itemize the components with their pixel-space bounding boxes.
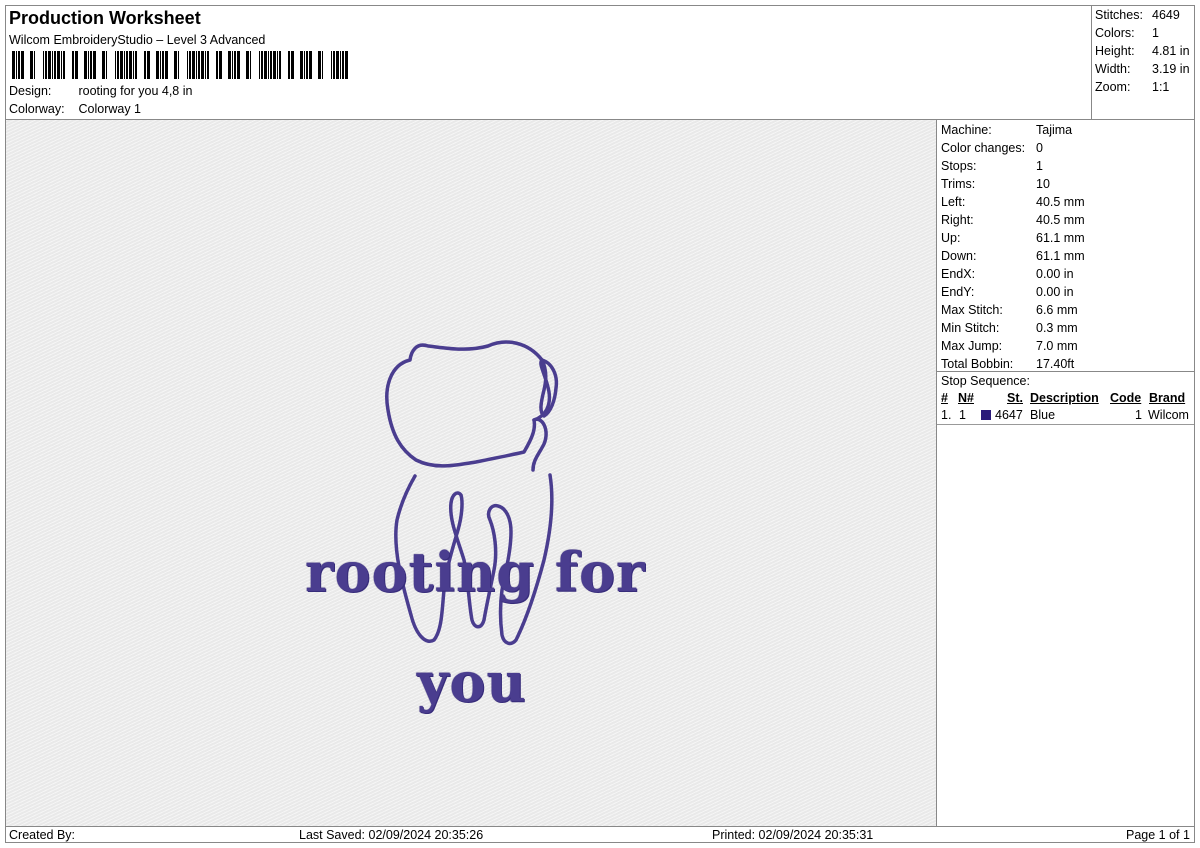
spec-row: Left: 40.5 mm (941, 193, 1194, 211)
row-num: 1. (941, 408, 952, 422)
spec-row: Machine: Tajima (941, 121, 1194, 139)
spec-label: Down: (941, 249, 977, 263)
spec-label: Color changes: (941, 141, 1026, 155)
worksheet-frame: Production Worksheet Wilcom EmbroiderySt… (5, 5, 1195, 843)
created-by: Created By: (9, 828, 76, 842)
spec-row: Stops: 1 (941, 157, 1194, 175)
spec-value: 10 (1036, 177, 1050, 191)
printed-date: Printed: 02/09/2024 20:35:31 (712, 828, 874, 842)
spec-value: 61.1 mm (1036, 231, 1085, 245)
spec-value: 0.00 in (1036, 285, 1074, 299)
design-text-line2: you (417, 650, 527, 714)
spec-label: Max Jump: (941, 339, 1003, 353)
stop-sequence: Stop Sequence: # N# St. Description Code… (937, 371, 1194, 425)
spec-row: Min Stitch: 0.3 mm (941, 319, 1194, 337)
colorway-label: Colorway: (9, 102, 65, 116)
spec-value: 7.0 mm (1036, 339, 1078, 353)
spec-row: Color changes: 0 (941, 139, 1194, 157)
spec-panel: Machine: Tajima Color changes: 0 Stops: 1 Trim… (937, 120, 1194, 826)
row-brand: Wilcom (1148, 408, 1189, 422)
spec-label: Left: (941, 195, 966, 209)
col-header: Description (1030, 391, 1099, 405)
spec-label: EndY: (941, 285, 975, 299)
spec-value: 40.5 mm (1036, 195, 1085, 209)
spec-label: Max Stitch: (941, 303, 1003, 317)
spec-row: Trims: 10 (941, 175, 1194, 193)
last-saved: Last Saved: 02/09/2024 20:35:26 (299, 828, 484, 842)
spec-row: Right: 40.5 mm (941, 211, 1194, 229)
colorway-row: Colorway: Colorway 1 (9, 102, 141, 116)
summary-row: Stitches: 4649 (1095, 8, 1180, 22)
spec-value: 0 (1036, 141, 1043, 155)
spec-row: Max Jump: 7.0 mm (941, 337, 1194, 355)
summary-row: Colors: 1 (1095, 26, 1159, 40)
spec-label: Machine: (941, 123, 992, 137)
col-header: Brand (1149, 391, 1186, 405)
machine-spec-list: Machine: Tajima Color changes: 0 Stops: 1 Trim… (937, 120, 1194, 373)
spec-row: Up: 61.1 mm (941, 229, 1194, 247)
design-row: Design: rooting for you 4,8 in (9, 84, 192, 98)
spec-value: 1 (1036, 159, 1043, 173)
table-row: 1. 1 4647 Blue 1 Wilcom (937, 407, 1194, 425)
stop-sequence-header: # N# St. Description Code Brand (937, 390, 1194, 407)
spec-value: 17.40ft (1036, 357, 1075, 371)
row-description: Blue (1030, 408, 1056, 422)
spec-label: Up: (941, 231, 961, 245)
spec-row: Down: 61.1 mm (941, 247, 1194, 265)
software-name: Wilcom EmbroideryStudio – Level 3 Advanc… (9, 33, 266, 47)
spec-value: Tajima (1036, 123, 1073, 137)
spec-label: Right: (941, 213, 974, 227)
spec-label: EndX: (941, 267, 976, 281)
page-number: Page 1 of 1 (1126, 828, 1190, 842)
spec-value: 0.00 in (1036, 267, 1074, 281)
spec-value: 6.6 mm (1036, 303, 1078, 317)
design-label: Design: (9, 84, 52, 98)
spec-row: Max Stitch: 6.6 mm (941, 301, 1194, 319)
summary-row: Zoom: 1:1 (1095, 80, 1170, 94)
spec-value: 40.5 mm (1036, 213, 1085, 227)
summary-row: Height: 4.81 in (1095, 44, 1190, 58)
col-header: St. (1007, 391, 1023, 405)
worksheet-header: Production Worksheet Wilcom EmbroiderySt… (6, 6, 1091, 119)
tooth-icon (385, 340, 559, 646)
design-text-line1: rooting for (305, 540, 646, 604)
barcode (12, 51, 348, 79)
spec-label: Min Stitch: (941, 321, 1000, 335)
worksheet-footer: Created By: Last Saved: 02/09/2024 20:35… (6, 826, 1194, 844)
spec-value: 0.3 mm (1036, 321, 1078, 335)
spec-label: Stops: (941, 159, 977, 173)
color-swatch (981, 410, 991, 420)
row-needle: 1 (959, 408, 966, 422)
spec-label: Trims: (941, 177, 976, 191)
spec-row: EndX: 0.00 in (941, 265, 1194, 283)
design-value: rooting for you 4,8 in (78, 84, 193, 98)
col-header: # (941, 391, 948, 405)
summary-row: Width: 3.19 in (1095, 62, 1190, 76)
summary-stats: Stitches: 4649 Colors: 1 Height: 4.81 in Wi… (1091, 6, 1195, 119)
page-title: Production Worksheet (9, 8, 201, 28)
design-preview: rooting for you (6, 120, 937, 826)
spec-row: EndY: 0.00 in (941, 283, 1194, 301)
stop-sequence-title: Stop Sequence: (941, 374, 1030, 388)
colorway-value: Colorway 1 (78, 102, 142, 116)
row-code: 1 (1135, 408, 1142, 422)
spec-value: 61.1 mm (1036, 249, 1085, 263)
col-header: N# (958, 391, 974, 405)
col-header: Code (1110, 391, 1142, 405)
row-stitches: 4647 (995, 408, 1023, 422)
